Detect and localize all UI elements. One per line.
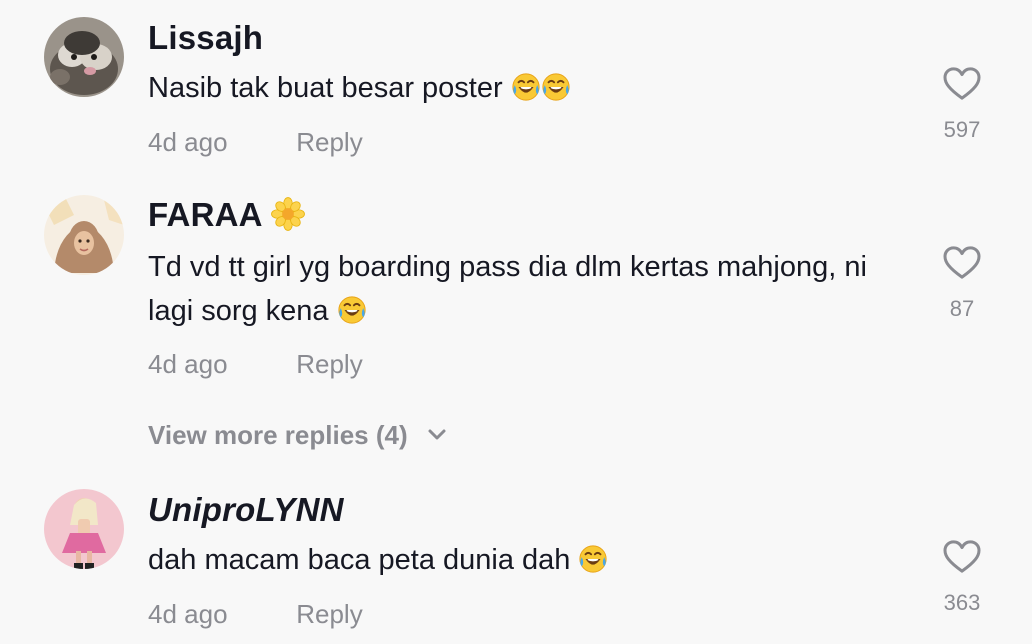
- username[interactable]: UniproLYNN: [148, 491, 344, 529]
- avatar[interactable]: [44, 489, 124, 569]
- comment-meta: 4d ago Reply: [148, 127, 363, 158]
- avatar[interactable]: [44, 195, 124, 275]
- username[interactable]: Lissajh: [148, 19, 263, 57]
- laugh-emoji-icon: [578, 544, 608, 574]
- like-count: 87: [949, 296, 975, 321]
- like-button[interactable]: 597: [936, 67, 988, 143]
- like-button[interactable]: 363: [936, 540, 988, 616]
- username[interactable]: FARAA: [148, 196, 305, 234]
- like-count: 597: [943, 117, 981, 142]
- timestamp: 4d ago: [148, 349, 228, 379]
- laugh-emoji-icon: [511, 72, 541, 102]
- timestamp: 4d ago: [148, 127, 228, 157]
- comments-panel: Lissajh Nasib tak buat besar poster 4d a…: [0, 0, 1032, 644]
- reply-button[interactable]: Reply: [296, 599, 362, 630]
- like-button[interactable]: 87: [936, 246, 988, 322]
- comment-text: Td vd tt girl yg boarding pass dia dlm k…: [148, 251, 867, 327]
- laugh-emoji-icon: [337, 295, 367, 325]
- reply-button[interactable]: Reply: [296, 349, 362, 380]
- comment-meta: 4d ago Reply: [148, 599, 363, 630]
- heart-icon[interactable]: [943, 246, 981, 280]
- comment-text: Nasib tak buat besar poster: [148, 66, 918, 110]
- like-count: 363: [943, 590, 981, 615]
- blossom-emoji-icon: [271, 197, 305, 231]
- reply-button[interactable]: Reply: [296, 127, 362, 158]
- heart-icon[interactable]: [943, 540, 981, 574]
- laugh-emoji-icon: [541, 72, 571, 102]
- view-more-replies-button[interactable]: View more replies (4): [148, 420, 447, 451]
- chevron-down-icon: [428, 429, 446, 440]
- heart-icon[interactable]: [943, 67, 981, 101]
- comment-meta: 4d ago Reply: [148, 349, 363, 380]
- comment-text: dah macam baca peta dunia dah: [148, 538, 918, 582]
- avatar[interactable]: [44, 17, 124, 97]
- timestamp: 4d ago: [148, 599, 228, 629]
